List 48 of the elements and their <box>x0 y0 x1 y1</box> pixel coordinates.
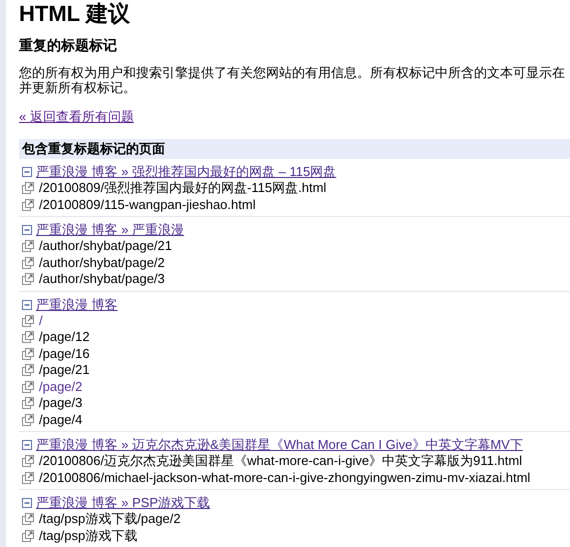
page-path[interactable]: /20100806/michael-jackson-what-more-can-i-give-zhongyingwen-zimu-mv-xiazai.html <box>39 470 530 486</box>
page-path[interactable]: /page/21 <box>39 362 90 378</box>
group-link[interactable]: 严重浪漫 博客 » 迈克尔杰克逊&美国群星《What More Can I Give》中英文字幕MV下 <box>36 437 523 453</box>
page-path[interactable]: /20100806/迈克尔杰克逊美国群星《what-more-can-i-give》中英文字幕版为911.html <box>39 453 522 470</box>
external-link-icon[interactable] <box>22 380 34 393</box>
external-link-icon[interactable] <box>22 240 34 252</box>
external-link-icon[interactable] <box>22 364 34 376</box>
page-path[interactable]: /tag/psp游戏下载 <box>39 528 138 544</box>
page-path[interactable]: /author/shybat/page/2 <box>39 254 165 271</box>
external-link-icon[interactable] <box>22 397 34 410</box>
external-link-icon[interactable] <box>22 198 34 211</box>
external-link-icon[interactable] <box>22 414 34 426</box>
external-link-icon[interactable] <box>22 472 34 484</box>
page-path[interactable]: /author/shybat/page/3 <box>39 271 165 288</box>
page-path[interactable]: /20100809/115-wangpan-jieshao.html <box>39 196 256 213</box>
page-path[interactable]: /page/2 <box>39 378 82 395</box>
group-link[interactable]: 严重浪漫 博客 <box>36 296 118 312</box>
collapse-icon[interactable] <box>22 300 32 310</box>
back-link[interactable]: « 返回查看所有问题 <box>19 109 134 125</box>
external-link-icon[interactable] <box>22 331 34 344</box>
external-link-icon[interactable] <box>22 455 34 468</box>
group-link[interactable]: 严重浪漫 博客 » 严重浪漫 <box>36 222 184 238</box>
external-link-icon[interactable] <box>22 513 34 526</box>
page-path[interactable]: /page/16 <box>39 346 90 362</box>
page-path[interactable]: / <box>39 312 43 329</box>
page-path[interactable]: /page/12 <box>39 329 90 346</box>
section-header: 包含重复标题标记的页面 <box>19 139 570 159</box>
section-title: 重复的标题标记 <box>19 37 118 53</box>
external-link-icon[interactable] <box>22 348 34 360</box>
page-path[interactable]: /tag/psp游戏下载/page/2 <box>39 511 181 528</box>
external-link-icon[interactable] <box>22 182 34 194</box>
group-link[interactable]: 严重浪漫 博客 » PSP游戏下载 <box>36 495 210 511</box>
external-link-icon[interactable] <box>22 256 34 269</box>
collapse-icon[interactable] <box>22 167 32 177</box>
description-text: 您的所有权为用户和搜索引擎提供了有关您网站的有用信息。所有权标记中所含的文本可显示在 <box>19 65 566 80</box>
group-link[interactable]: 严重浪漫 博客 » 强烈推荐国内最好的网盘 – 115网盘 <box>36 164 336 180</box>
page-path[interactable]: /page/4 <box>39 412 82 428</box>
page-title: HTML 建议 <box>19 0 131 27</box>
page-path[interactable]: /page/3 <box>39 395 82 412</box>
collapse-icon[interactable] <box>22 498 32 508</box>
external-link-icon[interactable] <box>22 530 34 542</box>
collapse-icon[interactable] <box>22 225 32 235</box>
collapse-icon[interactable] <box>22 440 32 450</box>
page-path[interactable]: /author/shybat/page/21 <box>39 238 172 254</box>
page-path[interactable]: /20100809/强烈推荐国内最好的网盘-115网盘.html <box>39 180 326 196</box>
external-link-icon[interactable] <box>22 273 34 286</box>
external-link-icon[interactable] <box>22 314 34 327</box>
description-text: 并更新所有权标记。 <box>19 80 137 95</box>
